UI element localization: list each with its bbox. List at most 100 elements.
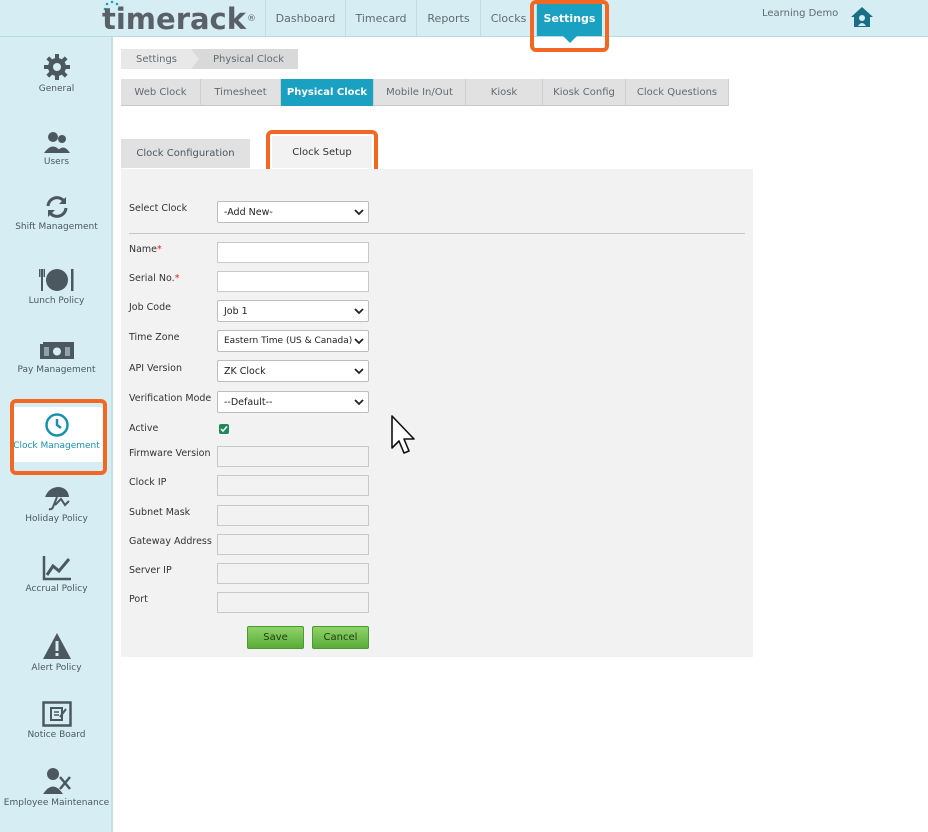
sidebar-item-label: General	[38, 84, 75, 94]
logo-text: timerack	[102, 2, 247, 36]
subtab-clock-configuration[interactable]: Clock Configuration	[121, 139, 250, 168]
sidebar-item-label: Lunch Policy	[28, 296, 85, 306]
sidebar: General Users Shift Management Lunch Pol…	[0, 37, 113, 832]
chevron-down-icon	[354, 209, 364, 216]
select-clock-label: Select Clock	[129, 203, 188, 214]
nav-timecard[interactable]: Timecard	[345, 0, 416, 36]
subtab-clock-setup[interactable]: Clock Setup	[272, 136, 372, 168]
employee-tools-icon	[42, 768, 71, 794]
sidebar-item-lunch-policy[interactable]: Lunch Policy	[0, 267, 113, 306]
verification-mode-value: --Default--	[224, 396, 273, 408]
sidebar-item-label: Alert Policy	[31, 663, 82, 673]
sidebar-item-pay-management[interactable]: Pay Management	[0, 340, 113, 375]
user-name[interactable]: Learning Demo	[762, 8, 838, 19]
serial-no-field[interactable]	[217, 271, 369, 292]
chart-line-icon	[42, 556, 71, 581]
chevron-down-icon	[354, 308, 364, 315]
cancel-button[interactable]: Cancel	[312, 626, 369, 649]
tab-mobile-in-out[interactable]: Mobile In/Out	[374, 79, 466, 106]
firmware-version-field[interactable]	[217, 446, 369, 467]
money-icon	[39, 342, 74, 359]
sidebar-item-shift-management[interactable]: Shift Management	[0, 195, 113, 232]
sidebar-item-notice-board[interactable]: Notice Board	[0, 701, 113, 740]
checkmark-icon	[220, 426, 228, 433]
nav-reports[interactable]: Reports	[416, 0, 480, 36]
home-icon[interactable]	[850, 6, 874, 28]
gateway-address-label: Gateway Address	[129, 536, 212, 547]
timerack-logo[interactable]: timerack ®	[102, 0, 257, 36]
main-nav: Dashboard Timecard Reports Clocks Settin…	[265, 0, 602, 43]
tab-clock-questions[interactable]: Clock Questions	[626, 79, 729, 106]
warning-icon	[42, 633, 71, 659]
verification-mode-label: Verification Mode	[129, 393, 212, 404]
verification-mode-dropdown[interactable]: --Default--	[217, 391, 369, 413]
sidebar-item-accrual-policy[interactable]: Accrual Policy	[0, 555, 113, 594]
mouse-cursor-icon	[391, 415, 415, 454]
clock-setup-form	[121, 169, 753, 657]
time-zone-value: Eastern Time (US & Canada)	[224, 336, 353, 346]
tab-physical-clock[interactable]: Physical Clock	[281, 79, 374, 106]
time-zone-dropdown[interactable]: Eastern Time (US & Canada)	[217, 330, 369, 352]
server-ip-label: Server IP	[129, 565, 172, 576]
tab-kiosk-config[interactable]: Kiosk Config	[543, 79, 626, 106]
logo-registered-mark: ®	[247, 14, 257, 24]
form-divider	[129, 233, 745, 234]
nav-clocks[interactable]: Clocks	[480, 0, 536, 36]
name-field[interactable]	[217, 242, 369, 263]
sidebar-item-label: Employee Maintenance	[3, 798, 110, 808]
required-marker: *	[157, 244, 162, 255]
job-code-dropdown[interactable]: Job 1	[217, 300, 369, 322]
time-zone-label: Time Zone	[129, 332, 180, 343]
active-label: Active	[129, 423, 159, 434]
tab-web-clock[interactable]: Web Clock	[121, 79, 201, 106]
port-field[interactable]	[217, 592, 369, 613]
api-version-label: API Version	[129, 363, 182, 374]
required-marker: *	[174, 273, 180, 284]
sidebar-item-label: Pay Management	[17, 365, 96, 375]
gear-icon	[43, 54, 70, 80]
job-code-value: Job 1	[224, 305, 248, 317]
chevron-down-icon	[354, 399, 364, 406]
settings-tabs: Web Clock Timesheet Physical Clock Mobil…	[121, 79, 729, 106]
serial-no-label: Serial No.*	[129, 273, 180, 284]
breadcrumb-physical-clock: Physical Clock	[191, 49, 299, 69]
api-version-dropdown[interactable]: ZK Clock	[217, 360, 369, 382]
subnet-mask-field[interactable]	[217, 505, 369, 526]
sidebar-item-employee-maintenance[interactable]: Employee Maintenance	[0, 767, 113, 808]
users-icon	[43, 132, 70, 153]
sidebar-item-holiday-policy[interactable]: Holiday Policy	[0, 485, 113, 524]
chevron-down-icon	[354, 368, 364, 375]
clock-ip-label: Clock IP	[129, 477, 167, 488]
nav-dashboard[interactable]: Dashboard	[265, 0, 345, 36]
firmware-version-label: Firmware Version	[129, 448, 211, 459]
sidebar-item-alert-policy[interactable]: Alert Policy	[0, 632, 113, 673]
select-clock-dropdown[interactable]: -Add New-	[217, 201, 369, 223]
clock-icon	[44, 413, 69, 437]
plate-cutlery-icon	[38, 269, 73, 291]
sidebar-item-label: Notice Board	[27, 730, 86, 740]
port-label: Port	[129, 594, 148, 605]
breadcrumb: Settings Physical Clock	[121, 49, 299, 69]
sidebar-item-label: Shift Management	[15, 222, 98, 232]
save-button[interactable]: Save	[247, 626, 304, 649]
sidebar-item-users[interactable]: Users	[0, 130, 113, 167]
refresh-icon	[46, 196, 67, 218]
sidebar-item-general[interactable]: General	[0, 53, 113, 94]
server-ip-field[interactable]	[217, 563, 369, 584]
name-label: Name*	[129, 244, 162, 255]
breadcrumb-settings[interactable]: Settings	[121, 49, 200, 69]
top-bar: timerack ® Dashboard Timecard Reports Cl…	[0, 0, 928, 43]
sidebar-item-label: Accrual Policy	[25, 584, 88, 594]
tab-kiosk[interactable]: Kiosk	[466, 79, 543, 106]
gateway-address-field[interactable]	[217, 534, 369, 555]
subnet-mask-label: Subnet Mask	[129, 507, 191, 518]
nav-settings[interactable]: Settings	[536, 0, 602, 43]
select-clock-value: -Add New-	[224, 206, 273, 218]
tab-timesheet[interactable]: Timesheet	[201, 79, 281, 106]
active-checkbox[interactable]	[219, 424, 229, 434]
clock-ip-field[interactable]	[217, 475, 369, 496]
umbrella-icon	[44, 487, 70, 511]
sidebar-item-clock-management[interactable]: Clock Management	[10, 407, 103, 462]
sidebar-item-label: Holiday Policy	[25, 514, 88, 524]
chevron-down-icon	[354, 338, 364, 345]
